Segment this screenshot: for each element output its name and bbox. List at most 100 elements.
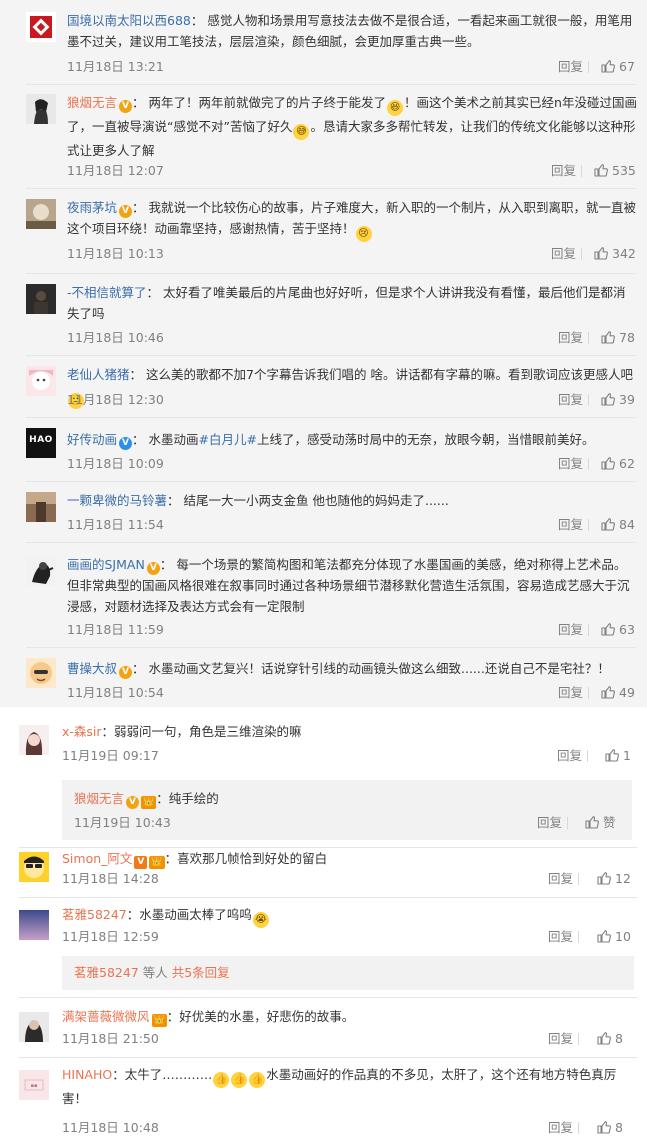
like-button[interactable]: 62 <box>601 455 635 473</box>
username[interactable]: -不相信就算了 <box>67 285 147 300</box>
username[interactable]: 狼烟无言 <box>67 95 117 110</box>
avatar[interactable] <box>19 910 49 940</box>
comment-time: 11月18日 13:21 <box>67 59 164 74</box>
comment-text: ：水墨动画太棒了呜呜 <box>126 907 252 922</box>
comment-text: 两年了！两年前就做完了的片子终于能发了 <box>148 95 387 110</box>
like-button[interactable]: 39 <box>601 391 635 409</box>
comment-time: 11月18日 11:59 <box>67 622 164 637</box>
username[interactable]: x-森sir <box>62 724 102 739</box>
reply-button[interactable]: 回复 <box>558 621 583 639</box>
crying-emoji-icon: 😢 <box>355 226 372 242</box>
comment-time: 11月18日 10:09 <box>67 456 164 471</box>
divider <box>26 84 636 85</box>
like-button[interactable]: 78 <box>601 329 635 347</box>
reply-button[interactable]: 回复 <box>551 245 576 263</box>
like-button[interactable]: 8 <box>597 1119 623 1137</box>
avatar[interactable] <box>26 12 56 42</box>
verified-badge-icon: V <box>146 562 160 575</box>
like-button[interactable]: 84 <box>601 516 635 534</box>
reply-button[interactable]: 回复 <box>548 1030 573 1048</box>
like-button[interactable]: 49 <box>601 684 635 702</box>
thumbs-up-icon <box>605 748 619 762</box>
like-button[interactable]: 1 <box>605 747 631 765</box>
like-button[interactable]: 12 <box>597 870 631 888</box>
avatar[interactable] <box>26 284 56 314</box>
reply-button[interactable]: 回复 <box>557 747 582 765</box>
verified-badge-icon: V <box>119 666 133 679</box>
avatar[interactable]: ▪▪ <box>19 1070 49 1100</box>
thumbs-up-icon <box>601 392 615 406</box>
thumbs-up-icon <box>597 1120 611 1134</box>
like-button[interactable]: 赞 <box>585 814 616 832</box>
like-button[interactable]: 535 <box>594 162 636 180</box>
more-replies-link[interactable]: 茗雅58247 等人 共5条回复 <box>62 956 634 990</box>
reply-button[interactable]: 回复 <box>537 814 562 832</box>
like-count: 12 <box>615 871 631 886</box>
username[interactable]: 好传动画 <box>67 432 117 447</box>
username[interactable]: 夜雨茅坑 <box>67 200 117 215</box>
like-count: 8 <box>615 1120 623 1135</box>
vip-badge-icon: 👑 <box>151 1014 167 1027</box>
avatar[interactable] <box>26 556 56 586</box>
comment-time: 11月18日 11:54 <box>67 517 164 532</box>
comment-page: 国境以南太阳以西688： 感觉人物和场景用写意技法去做不是很合适，一看起来画工就… <box>0 0 647 1140</box>
more-replies-count[interactable]: 共5条回复 <box>172 965 230 980</box>
avatar[interactable] <box>19 1012 49 1042</box>
avatar[interactable] <box>26 366 56 396</box>
username[interactable]: 茗雅58247 <box>62 907 127 922</box>
reply-button[interactable]: 回复 <box>548 1119 573 1137</box>
like-button[interactable]: 8 <box>597 1030 623 1048</box>
like-count: 39 <box>619 392 635 407</box>
divider <box>587 750 588 762</box>
username[interactable]: 一颗卑微的马铃薯 <box>67 493 167 508</box>
username[interactable]: 老仙人猪猪 <box>67 367 130 382</box>
avatar[interactable] <box>26 199 56 229</box>
divider <box>581 165 582 177</box>
divider <box>19 1057 637 1058</box>
username[interactable]: 画画的SJMAN <box>67 557 145 572</box>
reply-button[interactable]: 回复 <box>558 684 583 702</box>
vip-badge-icon: 👑 <box>141 796 157 809</box>
avatar[interactable]: HAO <box>26 428 56 458</box>
like-count: 1 <box>623 748 631 763</box>
username[interactable]: 曹操大叔 <box>67 661 117 676</box>
thumbs-up-icon <box>597 929 611 943</box>
username[interactable]: 茗雅58247 <box>62 965 139 980</box>
reply-button[interactable]: 回复 <box>548 928 573 946</box>
verified-badge-icon: V <box>119 437 133 450</box>
like-button[interactable]: 342 <box>594 245 636 263</box>
reply-button[interactable]: 回复 <box>558 58 583 76</box>
username[interactable]: 国境以南太阳以西688 <box>67 13 191 28</box>
like-button[interactable]: 67 <box>601 58 635 76</box>
thumbs-emoji-icon: 👍 <box>231 1072 248 1088</box>
username[interactable]: 满架蔷薇微微风 <box>62 1009 150 1024</box>
reply-button[interactable]: 回复 <box>551 162 576 180</box>
avatar[interactable] <box>19 725 49 755</box>
reply-button[interactable]: 回复 <box>558 329 583 347</box>
username[interactable]: 狼烟无言 <box>74 791 124 806</box>
topic-link[interactable]: #白月儿# <box>199 432 257 447</box>
avatar[interactable] <box>26 492 56 522</box>
reply-button[interactable]: 回复 <box>548 870 573 888</box>
divider <box>581 248 582 260</box>
comment-time: 11月18日 10:13 <box>67 246 164 261</box>
avatar[interactable] <box>26 658 56 688</box>
comment-text: ：弱弱问一句，角色是三维渲染的嘛 <box>101 724 302 739</box>
reply-button[interactable]: 回复 <box>558 455 583 473</box>
like-button[interactable]: 63 <box>601 621 635 639</box>
username[interactable]: Simon_阿文 <box>62 851 132 866</box>
like-count: 84 <box>619 517 635 532</box>
reply-button[interactable]: 回复 <box>558 391 583 409</box>
thumbs-up-icon <box>601 685 615 699</box>
avatar[interactable] <box>19 852 49 882</box>
avatar[interactable] <box>26 94 56 124</box>
comment-time: 11月19日 10:43 <box>74 815 171 830</box>
reply-button[interactable]: 回复 <box>558 516 583 534</box>
comment-time: 11月18日 10:46 <box>67 330 164 345</box>
divider <box>26 481 636 482</box>
divider <box>26 273 636 274</box>
comment-text: 水墨动画 <box>148 432 199 447</box>
username[interactable]: HINAHO <box>62 1067 112 1082</box>
vip-badge-icon: 👑 <box>149 856 165 869</box>
like-button[interactable]: 10 <box>597 928 631 946</box>
